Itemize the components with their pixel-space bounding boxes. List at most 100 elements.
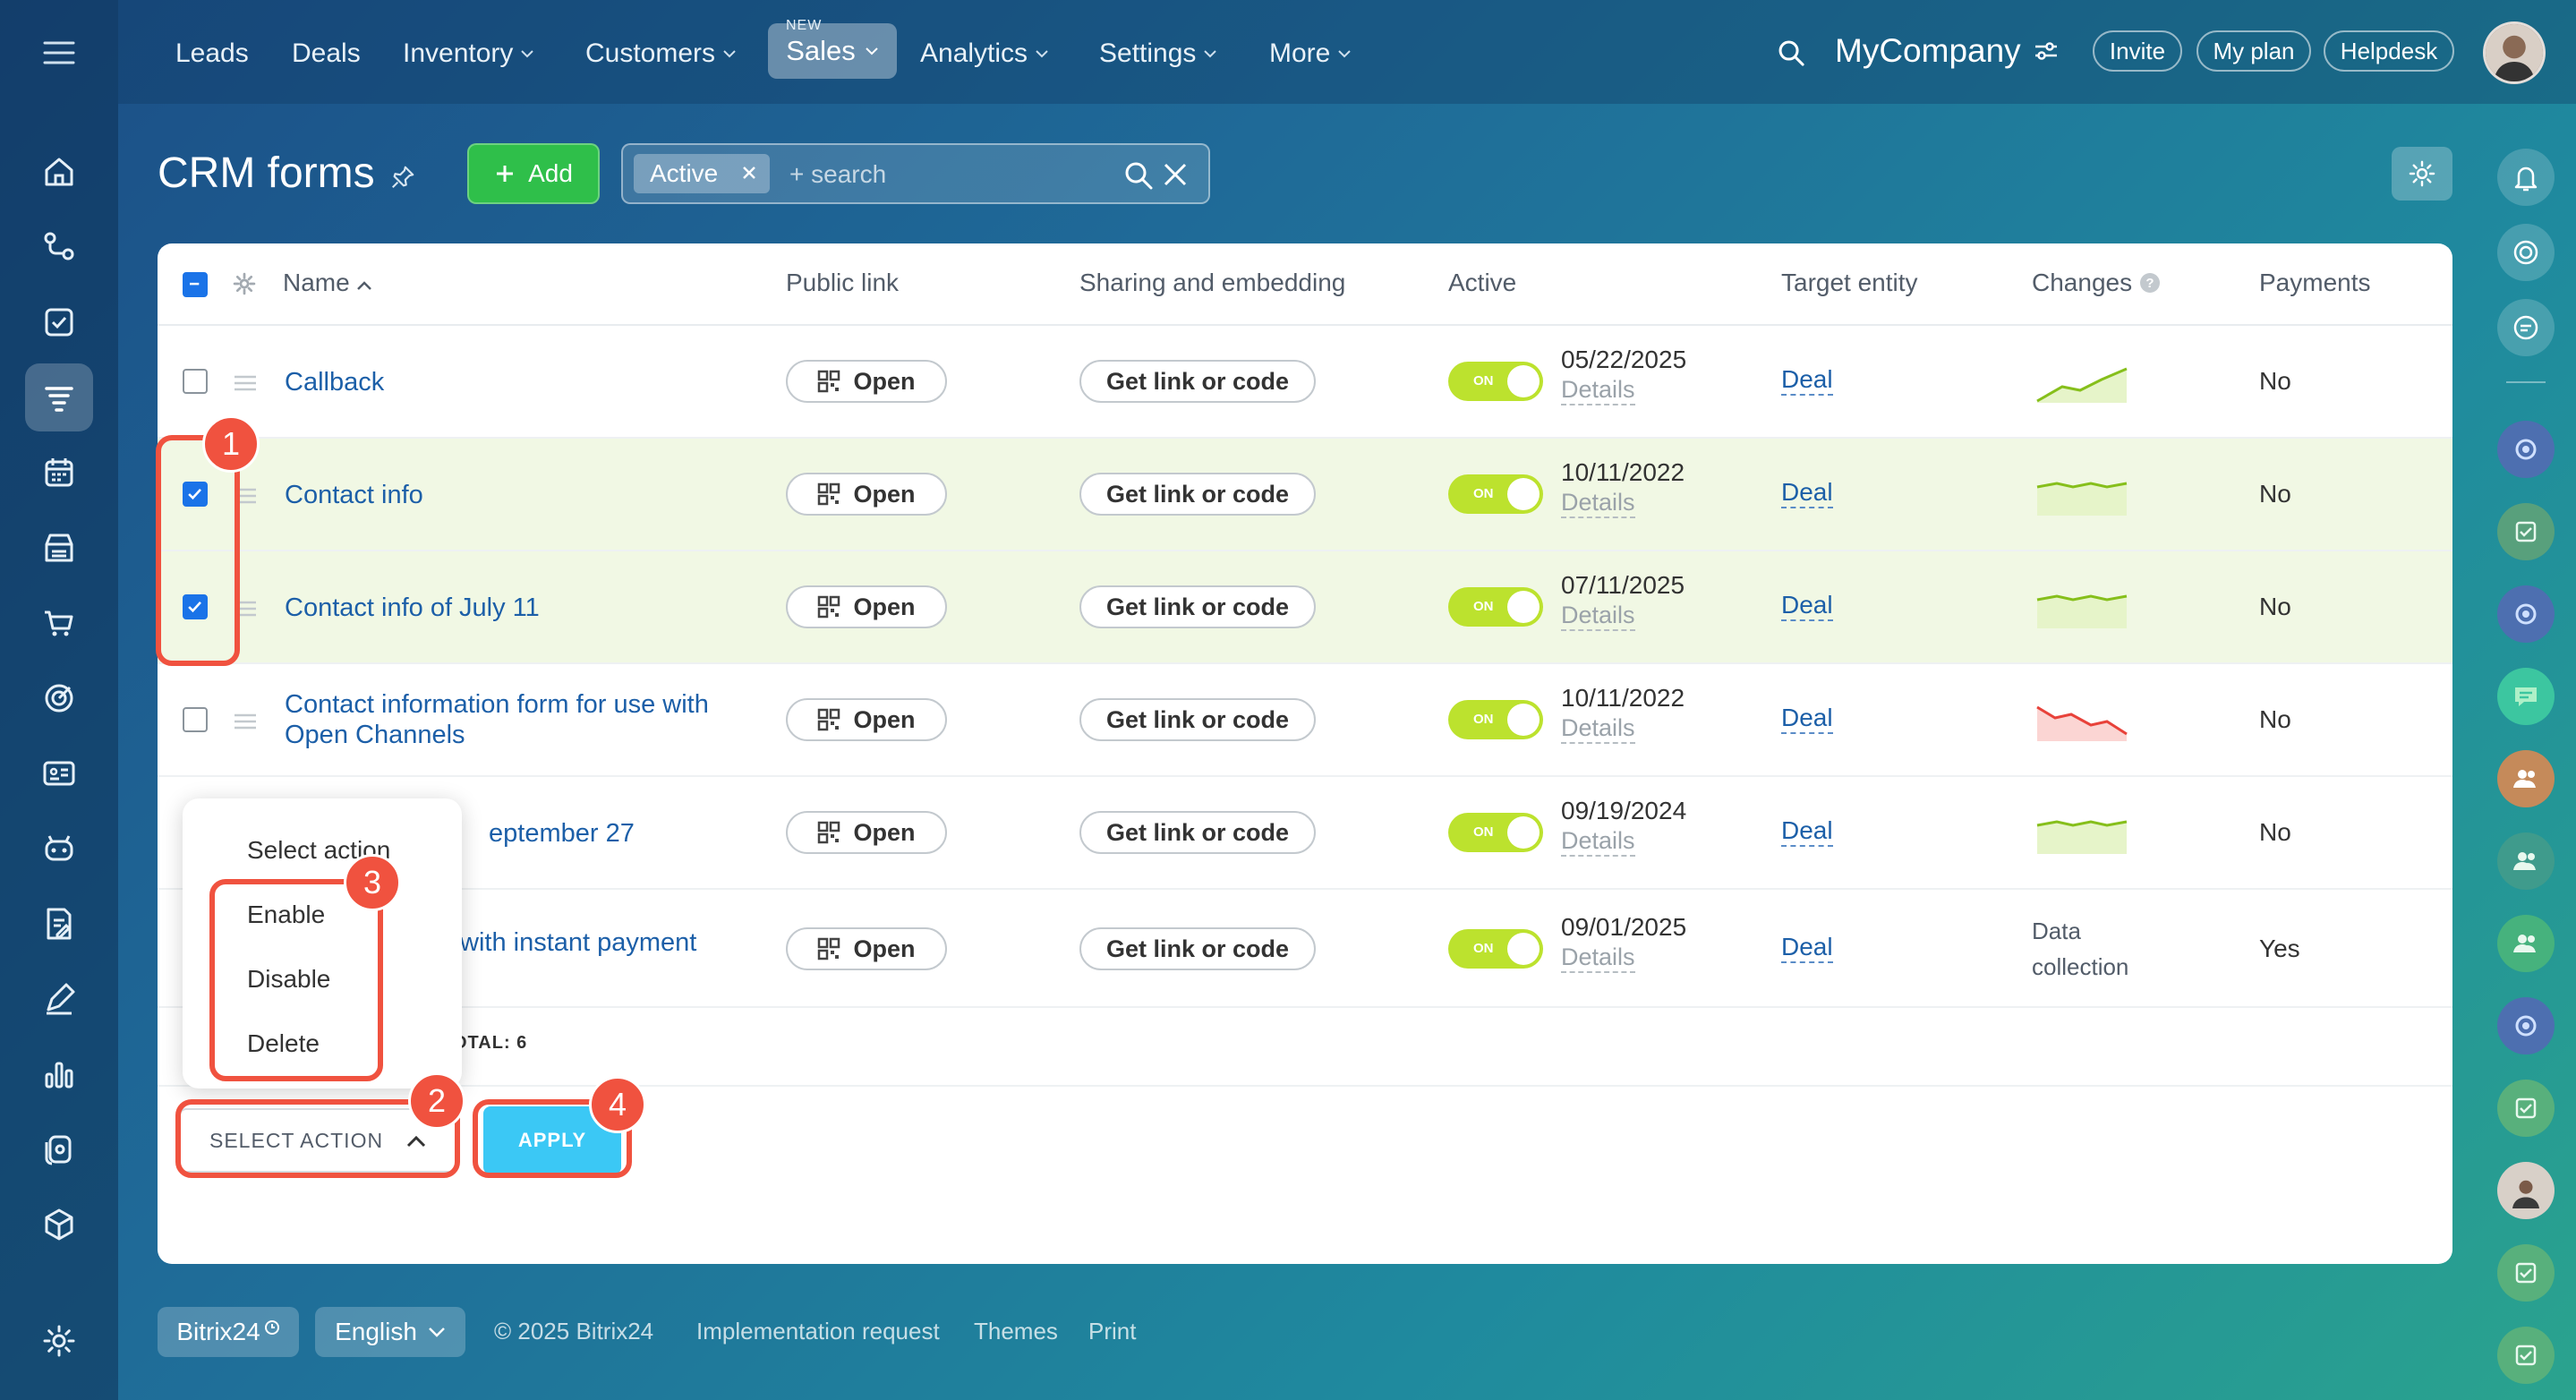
column-changes[interactable]: Changes ?	[2032, 269, 2161, 297]
pin-icon[interactable]	[388, 163, 417, 192]
nav-deals[interactable]: Deals	[292, 34, 361, 73]
target-entity-link[interactable]: Deal	[1781, 365, 1833, 396]
page-settings-button[interactable]	[2392, 147, 2452, 201]
nav-analytics[interactable]: Analytics	[920, 34, 1049, 73]
row-checkbox[interactable]	[183, 369, 208, 394]
contact-card-icon[interactable]	[25, 739, 93, 807]
column-payments[interactable]: Payments	[2259, 269, 2371, 297]
details-link[interactable]: Details	[1561, 489, 1635, 518]
table-row[interactable]: Contact info of July 11 Open Get link or…	[158, 551, 2452, 664]
active-toggle[interactable]: ON	[1448, 362, 1543, 401]
get-link-button[interactable]: Get link or code	[1079, 698, 1316, 741]
openline-chat-icon[interactable]	[2497, 997, 2555, 1054]
active-toggle[interactable]: ON	[1448, 700, 1543, 739]
robot-icon[interactable]	[25, 815, 93, 883]
details-link[interactable]: Details	[1561, 943, 1635, 973]
home-icon[interactable]	[25, 138, 93, 206]
cart-icon[interactable]	[25, 589, 93, 657]
drag-handle-icon[interactable]	[233, 374, 258, 392]
task-chat-icon[interactable]	[2497, 1327, 2555, 1384]
active-toggle[interactable]: ON	[1448, 813, 1543, 852]
openline-chat-icon[interactable]	[2497, 585, 2555, 643]
details-link[interactable]: Details	[1561, 827, 1635, 857]
search-icon[interactable]	[1122, 159, 1155, 192]
open-button[interactable]: Open	[786, 585, 947, 628]
row-checkbox[interactable]	[183, 707, 208, 732]
table-row[interactable]: Contact information form for use with Ope…	[158, 664, 2452, 777]
get-link-button[interactable]: Get link or code	[1079, 927, 1316, 970]
column-target-entity[interactable]: Target entity	[1781, 269, 1918, 297]
drag-handle-icon[interactable]	[233, 713, 258, 730]
user-avatar[interactable]	[2483, 21, 2546, 84]
open-button[interactable]: Open	[786, 927, 947, 970]
nav-sales[interactable]: NEW Sales	[768, 18, 897, 79]
menu-icon[interactable]	[41, 38, 77, 68]
edit-icon[interactable]	[25, 965, 93, 1033]
get-link-button[interactable]: Get link or code	[1079, 360, 1316, 403]
print-link[interactable]: Print	[1088, 1318, 1136, 1345]
notifications-bell-icon[interactable]	[2497, 149, 2555, 206]
details-link[interactable]: Details	[1561, 714, 1635, 744]
form-name-link[interactable]: eptember 27	[489, 818, 635, 849]
active-toggle[interactable]: ON	[1448, 587, 1543, 627]
clear-search-icon[interactable]	[1162, 161, 1189, 188]
search-placeholder[interactable]: + search	[789, 160, 886, 189]
target-entity-link[interactable]: Deal	[1781, 816, 1833, 847]
group-chat-icon[interactable]	[2497, 750, 2555, 807]
my-plan-button[interactable]: My plan	[2196, 30, 2311, 72]
workflow-icon[interactable]	[25, 213, 93, 281]
message-chat-icon[interactable]	[2497, 668, 2555, 725]
group-chat-icon[interactable]	[2497, 832, 2555, 890]
active-toggle[interactable]: ON	[1448, 929, 1543, 969]
form-name-link[interactable]: Callback	[285, 367, 384, 397]
openline-chat-icon[interactable]	[2497, 421, 2555, 478]
nav-inventory[interactable]: Inventory	[403, 34, 534, 73]
nav-more[interactable]: More	[1269, 34, 1352, 73]
group-chat-icon[interactable]	[2497, 915, 2555, 972]
form-name-link[interactable]: Contact info	[285, 480, 423, 510]
active-toggle[interactable]: ON	[1448, 474, 1543, 514]
company-name[interactable]: MyCompany	[1835, 32, 2059, 70]
box-icon[interactable]	[25, 1191, 93, 1259]
table-row[interactable]: eptember 27 Open Get link or code ON 09/…	[158, 777, 2452, 890]
language-selector[interactable]: English	[315, 1307, 465, 1357]
themes-link[interactable]: Themes	[974, 1318, 1058, 1345]
select-all-checkbox[interactable]	[183, 272, 208, 297]
implementation-request-link[interactable]: Implementation request	[696, 1318, 940, 1345]
target-entity-link[interactable]: Deal	[1781, 591, 1833, 621]
target-entity-link[interactable]: Deal	[1781, 478, 1833, 508]
get-link-button[interactable]: Get link or code	[1079, 473, 1316, 516]
store-icon[interactable]	[25, 514, 93, 582]
task-chat-icon[interactable]	[2497, 1080, 2555, 1137]
task-chat-icon[interactable]	[2497, 1244, 2555, 1302]
get-link-button[interactable]: Get link or code	[1079, 585, 1316, 628]
column-public-link[interactable]: Public link	[786, 269, 899, 297]
open-button[interactable]: Open	[786, 360, 947, 403]
table-row[interactable]: Callback Open Get link or code ON 05/22/…	[158, 326, 2452, 439]
form-name-link[interactable]: Contact information form for use with Ope…	[285, 689, 709, 750]
tasks-icon[interactable]	[25, 288, 93, 356]
details-link[interactable]: Details	[1561, 376, 1635, 405]
nav-customers[interactable]: Customers	[585, 34, 737, 73]
crm-forms-icon[interactable]	[25, 363, 93, 431]
target-icon[interactable]	[25, 664, 93, 732]
column-sharing[interactable]: Sharing and embedding	[1079, 269, 1345, 297]
search-icon[interactable]	[1772, 34, 1812, 73]
form-name-link[interactable]: with instant payment	[460, 927, 696, 958]
table-row[interactable]: with instant payment Open Get link or co…	[158, 890, 2452, 1008]
help-icon[interactable]: ?	[2139, 272, 2161, 294]
activity-stream-icon[interactable]	[2497, 224, 2555, 281]
document-sign-icon[interactable]	[25, 890, 93, 958]
chip-remove-icon[interactable]	[741, 165, 757, 181]
column-name[interactable]: Name	[283, 269, 372, 297]
form-name-link[interactable]: Contact info of July 11	[285, 593, 540, 623]
chat-sync-icon[interactable]	[2497, 299, 2555, 356]
table-row[interactable]: Contact info Open Get link or code ON 10…	[158, 439, 2452, 551]
column-active[interactable]: Active	[1448, 269, 1516, 297]
task-chat-icon[interactable]	[2497, 503, 2555, 560]
settings-icon[interactable]	[25, 1307, 93, 1375]
target-entity-link[interactable]: Deal	[1781, 933, 1833, 963]
calendar-icon[interactable]	[25, 439, 93, 507]
bitrix24-brand-button[interactable]: Bitrix24	[158, 1307, 299, 1357]
column-settings-icon[interactable]	[231, 270, 258, 297]
